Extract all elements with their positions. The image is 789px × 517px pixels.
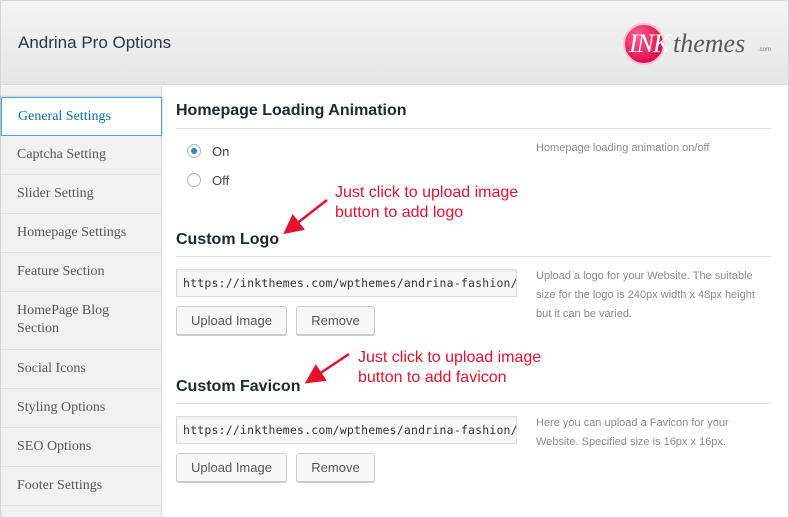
settings-sidebar: General Settings Captcha Setting Slider … [1,86,162,517]
page-title: Andrina Pro Options [18,33,172,52]
sidebar-item-styling-options[interactable]: Styling Options [1,389,161,428]
logo-annotation-arrow-icon [283,199,328,235]
logo-upload-image-button[interactable]: Upload Image [176,306,287,335]
custom-favicon-title: Custom Favicon [176,378,301,395]
sidebar-item-homepage-settings[interactable]: Homepage Settings [1,214,161,253]
radio-off-option[interactable]: Off [187,171,229,189]
settings-content: Homepage Loading Animation On Off Homepa… [163,86,788,517]
radio-on[interactable] [187,144,201,158]
section-divider [176,128,771,129]
sidebar-item-social-icons[interactable]: Social Icons [1,350,161,389]
favicon-url-input[interactable]: https://inkthemes.com/wpthemes/andrina-f… [176,416,517,444]
section-divider [176,256,771,257]
logo-badge: INK [623,23,670,65]
logo-com-text: .com [758,47,772,53]
custom-logo-title: Custom Logo [176,231,280,248]
logo-themes-text: themes [673,29,746,58]
radio-off[interactable] [187,173,201,187]
loading-animation-title: Homepage Loading Animation [176,102,407,119]
sidebar-item-seo-options[interactable]: SEO Options [1,428,161,467]
sidebar-item-homepage-blog-section[interactable]: HomePage Blog Section [1,292,161,350]
sidebar-item-footer-settings[interactable]: Footer Settings [1,467,161,506]
favicon-annotation-arrow-icon [304,352,350,384]
favicon-remove-button[interactable]: Remove [296,453,375,482]
sidebar-item-captcha-setting[interactable]: Captcha Setting [1,136,161,175]
loading-animation-helper: Homepage loading animation on/off [536,142,710,154]
favicon-upload-image-button[interactable]: Upload Image [176,453,287,482]
section-divider [176,403,771,404]
inkthemes-logo: INK themes .com [623,23,773,67]
logo-url-input[interactable]: https://inkthemes.com/wpthemes/andrina-f… [176,269,517,297]
logo-annotation: Just click to upload image button to add… [335,184,519,221]
radio-on-option[interactable]: On [187,142,229,160]
custom-favicon-helper: Here you can upload a Favicon for your W… [536,417,729,448]
logo-remove-button[interactable]: Remove [296,306,375,335]
custom-logo-helper: Upload a logo for your Website. The suit… [536,270,755,320]
radio-on-label: On [212,143,230,159]
panel-header: Andrina Pro Options INK themes .com [1,1,788,85]
radio-off-label: Off [212,172,230,188]
sidebar-item-feature-section[interactable]: Feature Section [1,253,161,292]
favicon-annotation: Just click to upload image button to add… [358,349,542,386]
sidebar-item-slider-setting[interactable]: Slider Setting [1,175,161,214]
logo-ink-text: INK [629,29,670,58]
sidebar-item-general-settings[interactable]: General Settings [1,97,162,136]
